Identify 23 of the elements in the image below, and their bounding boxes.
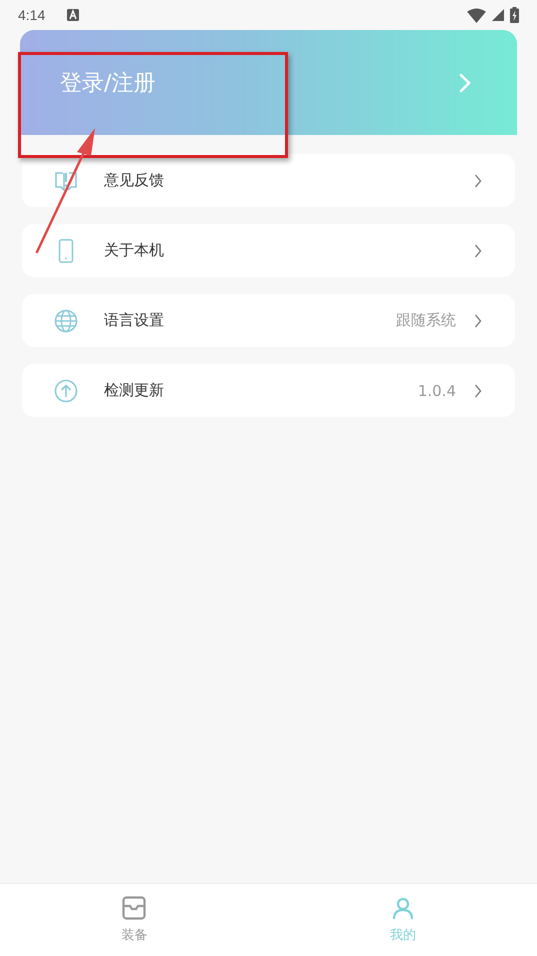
settings-item[interactable]: 语言设置 跟随系统 [22, 294, 515, 347]
chevron-right-icon [474, 244, 482, 258]
signal-icon [492, 9, 504, 21]
keyboard-letter-icon [67, 9, 80, 21]
person-icon [390, 896, 415, 920]
item-label: 意见反馈 [104, 171, 164, 190]
item-label: 检测更新 [104, 381, 164, 400]
status-time: 4:14 [18, 7, 46, 23]
tray-icon [122, 896, 146, 920]
item-label: 关于本机 [104, 241, 164, 260]
settings-item[interactable]: 检测更新 1.0.4 [22, 364, 515, 417]
chevron-right-icon [459, 72, 471, 92]
battery-charging-icon [510, 7, 519, 23]
wifi-icon [467, 8, 486, 22]
item-value: 1.0.4 [418, 382, 456, 400]
chevron-right-icon [474, 314, 482, 328]
globe-icon [54, 308, 78, 332]
chevron-right-icon [474, 174, 482, 188]
item-label: 语言设置 [104, 311, 164, 330]
settings-item[interactable]: 关于本机 [22, 224, 515, 277]
settings-item[interactable]: 意见反馈 [22, 154, 515, 207]
item-value: 跟随系统 [396, 311, 456, 330]
chevron-right-icon [474, 384, 482, 398]
